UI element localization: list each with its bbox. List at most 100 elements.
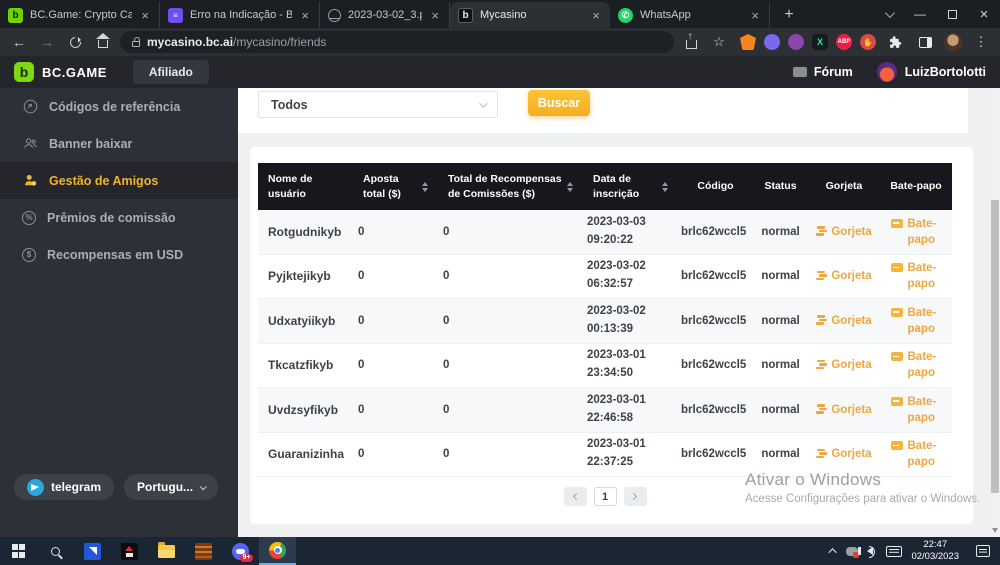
minimize-button[interactable]: — xyxy=(904,0,936,28)
sidebar-item-banner-download[interactable]: Banner baixar xyxy=(0,125,238,162)
bookmark-star-icon[interactable]: ☆ xyxy=(708,31,730,53)
user-menu[interactable]: LuizBortolotti xyxy=(877,62,986,82)
volume-icon[interactable] xyxy=(867,547,873,555)
bcgame-dark-favicon: b xyxy=(458,8,473,23)
language-dropdown[interactable]: Portugu... xyxy=(124,474,218,500)
commission-cell: 0 xyxy=(438,448,583,460)
forum-link[interactable]: Fórum xyxy=(793,65,853,79)
users-icon xyxy=(22,136,38,152)
radeon-app-icon[interactable] xyxy=(74,537,111,565)
adblock-plus-extension-icon[interactable]: ABP xyxy=(836,34,852,50)
forward-icon[interactable]: → xyxy=(36,31,58,53)
tab-search-chevron-icon[interactable] xyxy=(872,0,904,28)
coins-icon xyxy=(816,449,827,460)
tab-close-icon[interactable]: × xyxy=(299,8,311,23)
filter-dropdown[interactable]: Todos xyxy=(258,91,498,118)
chat-link[interactable]: Bate-papo xyxy=(880,349,952,381)
code-cell: brlc62wccl5 xyxy=(678,448,753,460)
side-panel-icon[interactable] xyxy=(914,31,936,53)
metamask-extension-icon[interactable] xyxy=(740,34,756,50)
menu-kebab-icon[interactable]: ⋮ xyxy=(970,31,992,53)
tip-link[interactable]: Gorjeta xyxy=(808,359,880,371)
reload-icon[interactable] xyxy=(64,31,86,53)
chat-link[interactable]: Bate-papo xyxy=(880,305,952,337)
violet-extension-icon[interactable] xyxy=(788,34,804,50)
extensions-puzzle-icon[interactable] xyxy=(884,31,906,53)
tray-record-icon[interactable] xyxy=(846,547,858,556)
sort-icon[interactable] xyxy=(662,182,668,192)
sidebar-item-referral-codes[interactable]: Códigos de referência xyxy=(0,88,238,125)
chrome-taskbar-icon[interactable] xyxy=(259,537,296,565)
scrollbar-down-arrow[interactable] xyxy=(992,528,998,533)
profile-avatar[interactable] xyxy=(944,33,962,51)
game2-app-icon[interactable] xyxy=(185,537,222,565)
chat-link[interactable]: Bate-papo xyxy=(880,260,952,292)
chat-link[interactable]: Bate-papo xyxy=(880,438,952,470)
tray-chevron-icon[interactable] xyxy=(829,548,837,556)
forum-chat-icon xyxy=(793,67,807,77)
page-url[interactable]: mycasino.bc.ai/mycasino/friends xyxy=(147,35,326,49)
chat-link[interactable]: Bate-papo xyxy=(880,394,952,426)
search-icon[interactable] xyxy=(37,537,74,565)
tip-link[interactable]: Gorjeta xyxy=(808,226,880,238)
tab-close-icon[interactable]: × xyxy=(749,8,761,23)
blocker-hand-extension-icon[interactable]: ✋ xyxy=(860,34,876,50)
game-app-icon[interactable] xyxy=(111,537,148,565)
tip-link[interactable]: Gorjeta xyxy=(808,448,880,460)
action-center-icon[interactable] xyxy=(976,545,990,557)
sidebar-item-usd-rewards[interactable]: $ Recompensas em USD xyxy=(0,236,238,273)
user-avatar xyxy=(877,62,897,82)
home-icon[interactable] xyxy=(92,31,114,53)
table-row: Uvdzsyfikyb 0 0 2023-03-0122:46:58 brlc6… xyxy=(258,388,952,433)
back-icon[interactable]: ← xyxy=(8,31,30,53)
tab-bcgame[interactable]: b BC.Game: Crypto Casino Gan × xyxy=(0,2,160,28)
sort-icon[interactable] xyxy=(567,182,573,192)
status-badge: normal xyxy=(753,315,808,327)
scrollbar[interactable] xyxy=(990,88,1000,537)
sort-icon[interactable] xyxy=(422,182,428,192)
close-window-button[interactable]: × xyxy=(968,0,1000,28)
tab-title: BC.Game: Crypto Casino Gan xyxy=(30,9,132,21)
col-chat: Bate-papo xyxy=(880,179,952,193)
prev-page-button[interactable] xyxy=(564,487,587,506)
discord-icon[interactable]: 9+ xyxy=(222,537,259,565)
purple-extension-icon[interactable] xyxy=(764,34,780,50)
tab-erro-indicacao[interactable]: ≡ Erro na Indicação - BC.Game × xyxy=(160,2,320,28)
affiliate-button[interactable]: Afiliado xyxy=(133,60,209,84)
tab-mycasino-active[interactable]: b Mycasino × xyxy=(450,2,610,28)
tab-png-image[interactable]: 2023-03-02_3.png (1024×76 × xyxy=(320,2,450,28)
tab-title: Erro na Indicação - BC.Game xyxy=(190,9,292,21)
brand-name[interactable]: BC.GAME xyxy=(42,65,107,80)
sidebar-item-friends-management[interactable]: Gestão de Amigos xyxy=(0,162,238,199)
sidebar-item-commission-prizes[interactable]: % Prêmios de comissão xyxy=(0,199,238,236)
current-page[interactable]: 1 xyxy=(594,487,617,506)
share-icon[interactable] xyxy=(680,31,702,53)
scrollbar-thumb[interactable] xyxy=(991,200,999,493)
start-button[interactable] xyxy=(0,537,37,565)
filter-dropdown-value: Todos xyxy=(271,98,308,112)
file-explorer-icon[interactable] xyxy=(148,537,185,565)
tab-close-icon[interactable]: × xyxy=(139,8,151,23)
tab-close-icon[interactable]: × xyxy=(590,8,602,23)
bcgame-logo[interactable]: b xyxy=(14,62,34,82)
tab-title: Mycasino xyxy=(480,9,583,21)
maximize-button[interactable] xyxy=(936,0,968,28)
address-bar[interactable]: mycasino.bc.ai/mycasino/friends xyxy=(120,31,674,53)
coins-icon xyxy=(816,271,827,282)
browser-tab-strip: b BC.Game: Crypto Casino Gan × ≡ Erro na… xyxy=(0,0,1000,28)
next-page-button[interactable] xyxy=(624,487,647,506)
search-button[interactable]: Buscar xyxy=(528,90,590,116)
clock[interactable]: 22:47 02/03/2023 xyxy=(911,539,959,564)
tab-close-icon[interactable]: × xyxy=(429,8,441,23)
x-extension-icon[interactable]: X xyxy=(812,34,828,50)
chat-link[interactable]: Bate-papo xyxy=(880,216,952,248)
new-tab-button[interactable]: + xyxy=(776,2,802,28)
tip-link[interactable]: Gorjeta xyxy=(808,315,880,327)
username-cell: Uvdzsyfikyb xyxy=(258,403,353,417)
telegram-button[interactable]: telegram xyxy=(14,474,114,500)
tab-whatsapp[interactable]: ✆ WhatsApp × xyxy=(610,2,770,28)
keyboard-icon[interactable] xyxy=(886,546,902,557)
tip-link[interactable]: Gorjeta xyxy=(808,270,880,282)
tip-link[interactable]: Gorjeta xyxy=(808,404,880,416)
windows-activation-watermark: Ativar o Windows Acesse Configurações pa… xyxy=(745,470,980,505)
